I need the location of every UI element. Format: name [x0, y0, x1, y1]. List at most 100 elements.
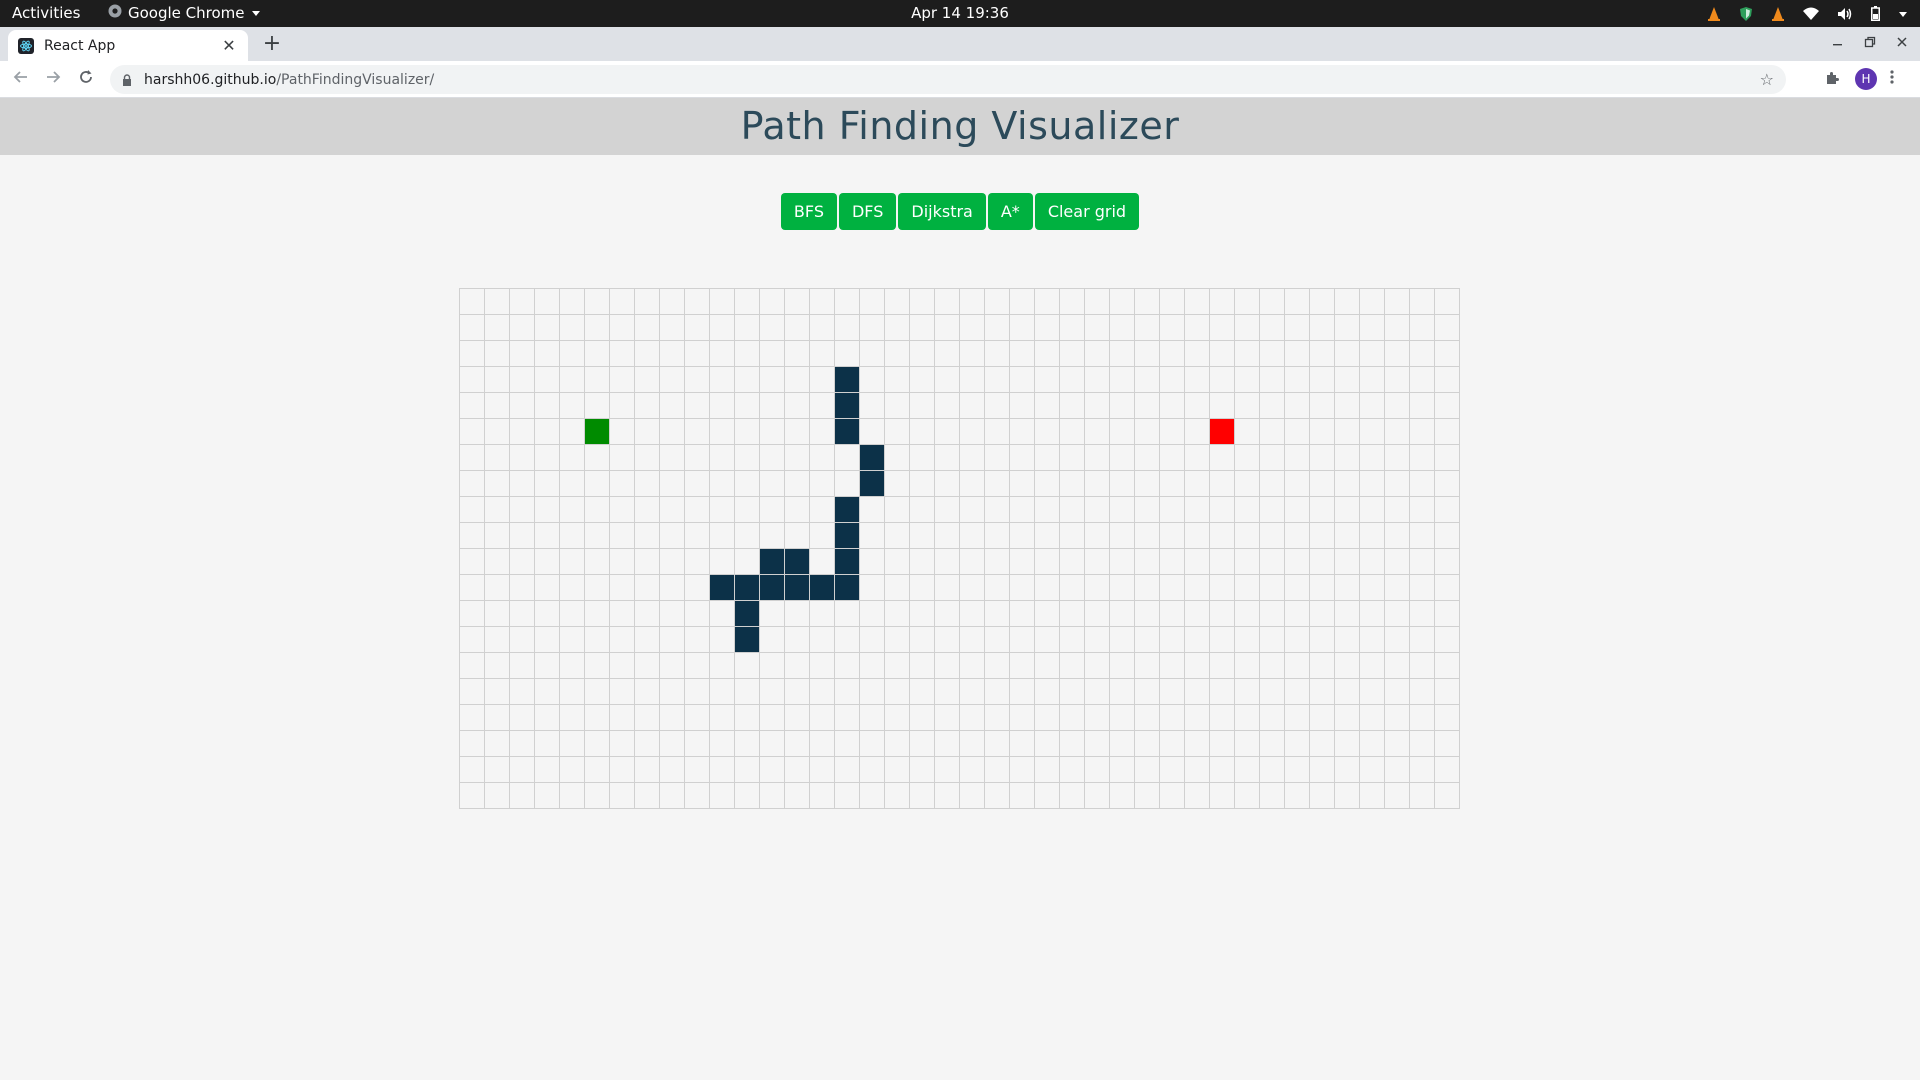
- grid-cell[interactable]: [935, 549, 960, 575]
- grid-cell[interactable]: [660, 705, 685, 731]
- grid-cell[interactable]: [710, 679, 735, 705]
- grid-cell[interactable]: [1210, 653, 1235, 679]
- grid-cell[interactable]: [535, 653, 560, 679]
- grid-cell[interactable]: [935, 705, 960, 731]
- wall-cell[interactable]: [835, 393, 860, 419]
- grid-cell[interactable]: [585, 627, 610, 653]
- grid-cell[interactable]: [810, 367, 835, 393]
- grid-cell[interactable]: [1260, 601, 1285, 627]
- grid-cell[interactable]: [1235, 471, 1260, 497]
- grid-cell[interactable]: [1310, 497, 1335, 523]
- grid-cell[interactable]: [1010, 601, 1035, 627]
- vlc-icon[interactable]: [1707, 6, 1721, 22]
- grid-cell[interactable]: [685, 419, 710, 445]
- grid-cell[interactable]: [1285, 731, 1310, 757]
- grid-cell[interactable]: [1110, 783, 1135, 809]
- grid-cell[interactable]: [710, 393, 735, 419]
- grid-cell[interactable]: [1410, 341, 1435, 367]
- grid-cell[interactable]: [1410, 497, 1435, 523]
- grid-cell[interactable]: [860, 731, 885, 757]
- grid-cell[interactable]: [660, 549, 685, 575]
- grid-cell[interactable]: [660, 419, 685, 445]
- grid-cell[interactable]: [685, 575, 710, 601]
- grid-cell[interactable]: [760, 783, 785, 809]
- grid-cell[interactable]: [510, 471, 535, 497]
- grid-cell[interactable]: [535, 445, 560, 471]
- grid-cell[interactable]: [1435, 419, 1460, 445]
- grid-cell[interactable]: [835, 471, 860, 497]
- grid-cell[interactable]: [1235, 731, 1260, 757]
- grid-cell[interactable]: [560, 627, 585, 653]
- grid-cell[interactable]: [1260, 471, 1285, 497]
- activities-button[interactable]: Activities: [12, 4, 80, 22]
- grid-cell[interactable]: [835, 731, 860, 757]
- grid-cell[interactable]: [1410, 679, 1435, 705]
- grid-cell[interactable]: [1160, 757, 1185, 783]
- grid-cell[interactable]: [1435, 783, 1460, 809]
- grid-cell[interactable]: [660, 341, 685, 367]
- grid-cell[interactable]: [1335, 731, 1360, 757]
- grid-cell[interactable]: [760, 315, 785, 341]
- grid-cell[interactable]: [1335, 497, 1360, 523]
- app-menu[interactable]: Google Chrome: [108, 4, 261, 22]
- grid-cell[interactable]: [1285, 471, 1310, 497]
- grid-cell[interactable]: [460, 627, 485, 653]
- grid-cell[interactable]: [1335, 705, 1360, 731]
- wall-cell[interactable]: [835, 419, 860, 445]
- grid-cell[interactable]: [1185, 497, 1210, 523]
- wall-cell[interactable]: [735, 575, 760, 601]
- grid-cell[interactable]: [1110, 653, 1135, 679]
- grid-cell[interactable]: [1285, 575, 1310, 601]
- grid-cell[interactable]: [610, 315, 635, 341]
- grid-cell[interactable]: [985, 471, 1010, 497]
- grid-cell[interactable]: [1110, 497, 1135, 523]
- grid-cell[interactable]: [1285, 367, 1310, 393]
- grid-cell[interactable]: [1010, 757, 1035, 783]
- grid-cell[interactable]: [1260, 757, 1285, 783]
- grid-cell[interactable]: [685, 549, 710, 575]
- grid-cell[interactable]: [660, 757, 685, 783]
- grid-cell[interactable]: [1035, 731, 1060, 757]
- grid-cell[interactable]: [1235, 705, 1260, 731]
- grid-cell[interactable]: [1285, 705, 1310, 731]
- grid-cell[interactable]: [1210, 679, 1235, 705]
- grid-cell[interactable]: [985, 627, 1010, 653]
- grid-cell[interactable]: [1385, 445, 1410, 471]
- wall-cell[interactable]: [835, 367, 860, 393]
- grid-cell[interactable]: [1135, 705, 1160, 731]
- grid-cell[interactable]: [785, 705, 810, 731]
- grid-cell[interactable]: [860, 783, 885, 809]
- clock[interactable]: Apr 14 19:36: [0, 4, 1920, 22]
- grid-cell[interactable]: [1285, 601, 1310, 627]
- grid-cell[interactable]: [1410, 523, 1435, 549]
- grid-cell[interactable]: [660, 445, 685, 471]
- grid-cell[interactable]: [760, 341, 785, 367]
- grid-cell[interactable]: [885, 523, 910, 549]
- grid-cell[interactable]: [1185, 627, 1210, 653]
- grid-cell[interactable]: [1010, 627, 1035, 653]
- grid-cell[interactable]: [1035, 705, 1060, 731]
- grid-cell[interactable]: [1135, 523, 1160, 549]
- grid-cell[interactable]: [910, 653, 935, 679]
- grid-cell[interactable]: [960, 783, 985, 809]
- grid-cell[interactable]: [735, 445, 760, 471]
- grid-cell[interactable]: [1360, 341, 1385, 367]
- grid-cell[interactable]: [910, 783, 935, 809]
- grid-cell[interactable]: [1235, 549, 1260, 575]
- grid-cell[interactable]: [1135, 757, 1160, 783]
- grid-cell[interactable]: [1235, 575, 1260, 601]
- grid-cell[interactable]: [460, 315, 485, 341]
- grid-cell[interactable]: [960, 419, 985, 445]
- grid-cell[interactable]: [785, 757, 810, 783]
- grid-cell[interactable]: [760, 497, 785, 523]
- grid-cell[interactable]: [835, 445, 860, 471]
- grid-cell[interactable]: [710, 315, 735, 341]
- grid-cell[interactable]: [760, 289, 785, 315]
- grid-cell[interactable]: [1385, 601, 1410, 627]
- grid-cell[interactable]: [1360, 393, 1385, 419]
- grid-cell[interactable]: [1360, 445, 1385, 471]
- grid-cell[interactable]: [485, 731, 510, 757]
- grid-cell[interactable]: [885, 549, 910, 575]
- grid-cell[interactable]: [1210, 315, 1235, 341]
- grid-cell[interactable]: [1310, 367, 1335, 393]
